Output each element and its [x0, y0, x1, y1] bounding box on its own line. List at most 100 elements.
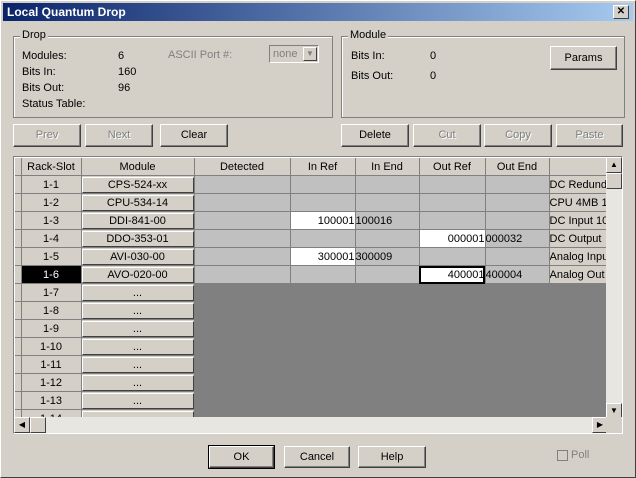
detected-cell[interactable] — [194, 229, 291, 248]
poll-checkbox[interactable] — [557, 450, 568, 461]
in-end-cell[interactable] — [355, 319, 420, 338]
in-end-cell[interactable] — [355, 193, 420, 212]
module-select-button[interactable]: ... — [81, 338, 193, 355]
module-cell[interactable]: DDI-841-00 — [81, 211, 195, 230]
header-rack-slot[interactable]: Rack-Slot — [21, 158, 82, 176]
in-end-cell[interactable]: 300009 — [355, 247, 420, 266]
params-button[interactable]: Params — [550, 46, 617, 70]
table-row[interactable]: 1-11... — [15, 355, 620, 374]
rack-slot-cell[interactable]: 1-11 — [21, 355, 82, 374]
table-row[interactable]: 1-12... — [15, 373, 620, 392]
in-ref-cell[interactable] — [290, 175, 356, 194]
copy-button[interactable]: Copy — [484, 124, 552, 147]
out-end-cell[interactable] — [485, 319, 550, 338]
out-end-cell[interactable]: 000032 — [485, 229, 550, 248]
module-select-button[interactable]: AVO-020-00 — [81, 266, 193, 283]
out-ref-cell[interactable] — [419, 355, 486, 374]
table-row[interactable]: 1-9... — [15, 319, 620, 338]
module-cell[interactable]: ... — [81, 355, 195, 374]
in-end-cell[interactable] — [355, 229, 420, 248]
in-end-cell[interactable]: 100016 — [355, 211, 420, 230]
out-ref-cell[interactable] — [419, 283, 486, 302]
header-in-ref[interactable]: In Ref — [290, 158, 356, 176]
out-ref-cell[interactable] — [419, 247, 486, 266]
out-ref-cell[interactable] — [419, 319, 486, 338]
out-end-cell[interactable] — [485, 301, 550, 320]
rack-slot-cell[interactable]: 1-5 — [21, 247, 82, 266]
rack-slot-cell[interactable]: 1-8 — [21, 301, 82, 320]
module-cell[interactable]: AVI-030-00 — [81, 247, 195, 266]
detected-cell[interactable] — [194, 373, 291, 392]
cancel-button[interactable]: Cancel — [284, 446, 350, 468]
table-row[interactable]: 1-6 AVO-020-00 400001 400004 Analog Out — [15, 265, 620, 284]
in-ref-cell[interactable]: 100001 — [290, 211, 356, 230]
vertical-scrollbar[interactable]: ▲ ▼ — [606, 157, 622, 419]
table-row[interactable]: 1-5 AVI-030-00 300001 300009 Analog Inpu — [15, 247, 620, 266]
clear-button[interactable]: Clear — [160, 124, 228, 147]
out-end-cell[interactable] — [485, 391, 550, 410]
out-ref-cell[interactable]: 000001 — [419, 229, 486, 248]
in-ref-cell[interactable] — [290, 373, 356, 392]
out-ref-cell[interactable] — [419, 193, 486, 212]
table-row[interactable]: 1-10... — [15, 337, 620, 356]
module-cell[interactable]: ... — [81, 319, 195, 338]
module-cell[interactable]: CPU-534-14 — [81, 193, 195, 212]
detected-cell[interactable] — [194, 193, 291, 212]
table-row[interactable]: 1-2 CPU-534-14 CPU 4MB 1 — [15, 193, 620, 212]
module-select-button[interactable]: ... — [81, 374, 193, 391]
header-module[interactable]: Module — [81, 158, 195, 176]
rack-slot-cell[interactable]: 1-12 — [21, 373, 82, 392]
in-end-cell[interactable] — [355, 265, 420, 284]
out-end-cell[interactable] — [485, 175, 550, 194]
out-end-cell[interactable] — [485, 193, 550, 212]
horizontal-scroll-thumb[interactable] — [30, 417, 46, 433]
module-select-button[interactable]: ... — [81, 284, 193, 301]
detected-cell[interactable] — [194, 247, 291, 266]
ascii-port-select[interactable]: none ▼ — [269, 45, 319, 63]
module-cell[interactable]: CPS-524-xx — [81, 175, 195, 194]
out-end-cell[interactable] — [485, 373, 550, 392]
module-cell[interactable]: ... — [81, 373, 195, 392]
rack-slot-cell[interactable]: 1-7 — [21, 283, 82, 302]
header-out-ref[interactable]: Out Ref — [419, 158, 486, 176]
header-out-end[interactable]: Out End — [485, 158, 550, 176]
detected-cell[interactable] — [194, 175, 291, 194]
rack-slot-cell[interactable]: 1-13 — [21, 391, 82, 410]
in-ref-cell[interactable] — [290, 319, 356, 338]
out-end-cell[interactable] — [485, 247, 550, 266]
module-select-button[interactable]: ... — [81, 302, 193, 319]
out-end-cell[interactable] — [485, 283, 550, 302]
out-ref-cell[interactable] — [419, 337, 486, 356]
out-end-cell[interactable]: 400004 — [485, 265, 550, 284]
rack-slot-cell[interactable]: 1-9 — [21, 319, 82, 338]
module-select-button[interactable]: ... — [81, 356, 193, 373]
out-end-cell[interactable] — [485, 337, 550, 356]
out-ref-cell[interactable] — [419, 373, 486, 392]
module-cell[interactable]: ... — [81, 337, 195, 356]
in-ref-cell[interactable] — [290, 193, 356, 212]
table-row[interactable]: 1-3 DDI-841-00 100001 100016 DC Input 10 — [15, 211, 620, 230]
detected-cell[interactable] — [194, 355, 291, 374]
in-end-cell[interactable] — [355, 391, 420, 410]
table-row[interactable]: 1-8... — [15, 301, 620, 320]
module-cell[interactable]: ... — [81, 283, 195, 302]
in-ref-cell[interactable] — [290, 265, 356, 284]
ok-button[interactable]: OK — [208, 445, 275, 469]
in-ref-cell[interactable] — [290, 301, 356, 320]
detected-cell[interactable] — [194, 319, 291, 338]
paste-button[interactable]: Paste — [556, 124, 623, 147]
detected-cell[interactable] — [194, 391, 291, 410]
rack-slot-cell[interactable]: 1-4 — [21, 229, 82, 248]
out-ref-cell[interactable] — [419, 175, 486, 194]
in-ref-cell[interactable] — [290, 283, 356, 302]
table-row[interactable]: 1-1 CPS-524-xx DC Redund — [15, 175, 620, 194]
table-row[interactable]: 1-13... — [15, 391, 620, 410]
rack-slot-cell[interactable]: 1-3 — [21, 211, 82, 230]
prev-button[interactable]: Prev — [13, 124, 81, 147]
module-cell[interactable]: ... — [81, 301, 195, 320]
out-ref-cell[interactable] — [419, 301, 486, 320]
in-end-cell[interactable] — [355, 373, 420, 392]
scroll-left-icon[interactable]: ◀ — [14, 417, 30, 433]
delete-button[interactable]: Delete — [341, 124, 409, 147]
scroll-up-icon[interactable]: ▲ — [606, 157, 622, 173]
